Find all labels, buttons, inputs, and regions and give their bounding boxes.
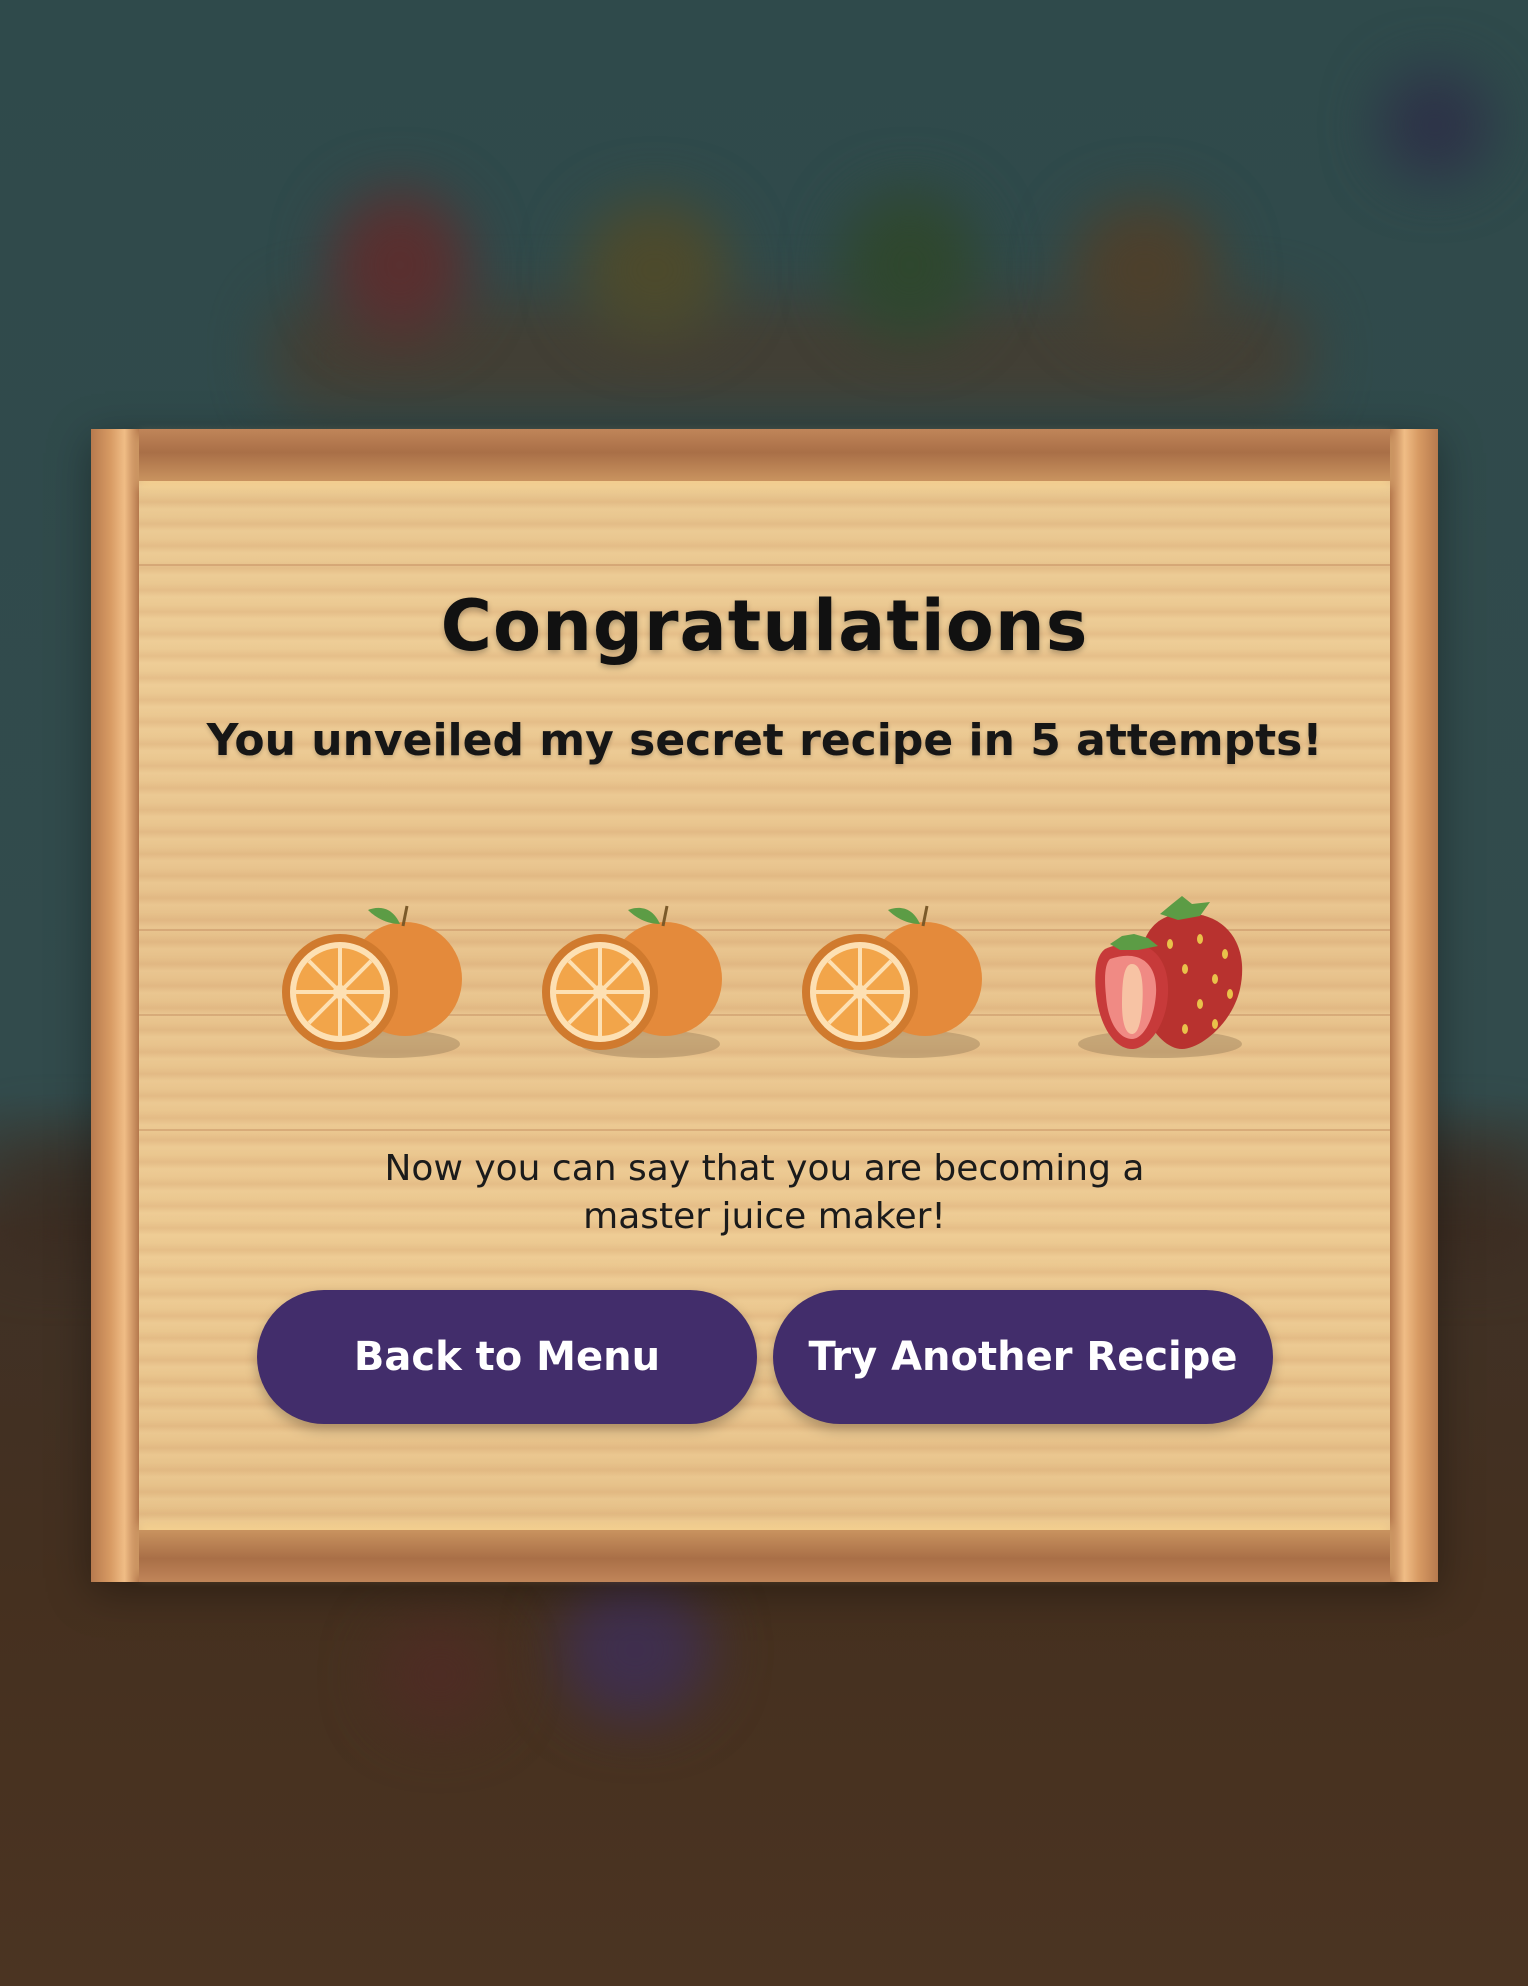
dialog-subtitle: You unveiled my secret recipe in 5 attem…: [206, 715, 1323, 766]
orange-icon: [800, 884, 1000, 1064]
background-fruit-yellow: [580, 200, 730, 340]
background-fruit-green: [840, 190, 980, 340]
strawberry-icon: [1060, 884, 1260, 1064]
results-dialog: Congratulations You unveiled my secret r…: [91, 429, 1438, 1582]
frame-bottom: [139, 1530, 1390, 1582]
dialog-title: Congratulations: [440, 585, 1089, 667]
message-line: master juice maker!: [583, 1196, 946, 1237]
plank-divider: [139, 1129, 1390, 1131]
background-jar: [560, 1580, 710, 1720]
back-to-menu-button[interactable]: Back to Menu: [257, 1290, 757, 1424]
background-jar-red: [380, 1620, 500, 1730]
frame-top: [139, 429, 1390, 481]
orange-icon: [540, 884, 740, 1064]
dialog-message: Now you can say that you are becoming a …: [91, 1145, 1438, 1241]
try-another-recipe-button[interactable]: Try Another Recipe: [773, 1290, 1273, 1424]
orange-icon: [280, 884, 480, 1064]
message-line: Now you can say that you are becoming a: [384, 1148, 1145, 1189]
background-round-icon: [1380, 70, 1490, 180]
background-fruit-orange: [1070, 200, 1220, 340]
plank-divider: [139, 564, 1390, 566]
recipe-fruits: [280, 884, 1280, 1064]
background-fruit-red: [330, 190, 470, 340]
